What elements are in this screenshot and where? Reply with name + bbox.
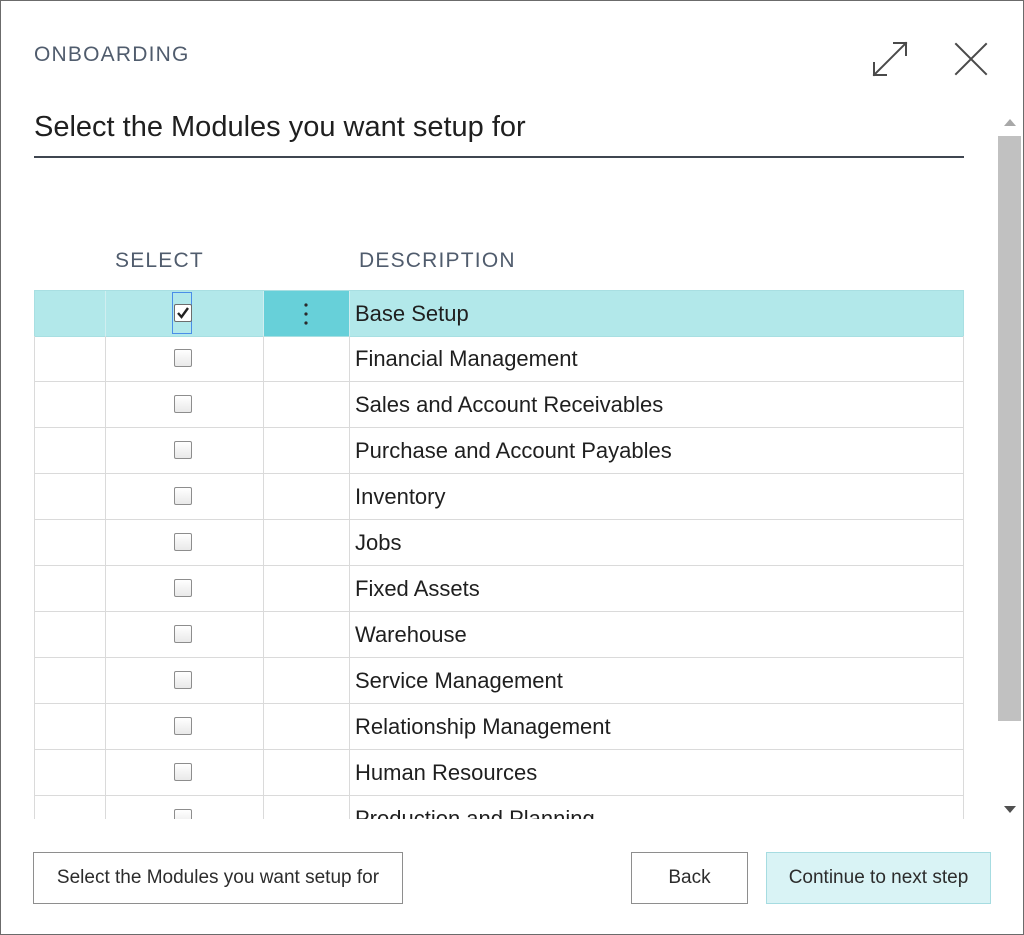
cell-divider [349,428,350,473]
cell-divider [105,658,106,703]
cell-divider [263,428,264,473]
scrollbar-thumb[interactable] [998,136,1021,721]
title-divider [34,156,964,158]
cell-divider [349,612,350,657]
cell-divider [349,796,350,819]
select-checkbox[interactable] [174,579,192,597]
row-actions-button[interactable] [264,291,349,336]
page-title: Select the Modules you want setup for [34,111,526,143]
cell-divider [263,474,264,519]
select-checkbox[interactable] [174,304,192,322]
cell-divider [349,336,350,381]
expand-button[interactable] [870,39,910,79]
table-row[interactable]: Relationship Management [34,704,964,750]
cell-divider [263,612,264,657]
table-row[interactable]: Service Management [34,658,964,704]
table-row[interactable]: Warehouse [34,612,964,658]
table-row[interactable]: Jobs [34,520,964,566]
cell-divider [105,382,106,427]
table-row[interactable]: Fixed Assets [34,566,964,612]
cell-divider [263,520,264,565]
row-description[interactable]: Base Setup [355,301,469,327]
cell-divider [105,796,106,819]
column-header-select: SELECT [115,249,204,272]
checkmark-icon [177,307,189,319]
table-row[interactable]: Financial Management [34,336,964,382]
cell-divider [105,704,106,749]
cell-divider [105,474,106,519]
table-row[interactable]: Purchase and Account Payables [34,428,964,474]
select-checkbox[interactable] [174,349,192,367]
row-description[interactable]: Financial Management [355,346,578,372]
table-row[interactable]: Human Resources [34,750,964,796]
cell-divider [105,428,106,473]
select-checkbox[interactable] [174,763,192,781]
ellipsis-vertical-icon [304,303,308,325]
select-modules-button[interactable]: Select the Modules you want setup for [33,852,403,904]
select-checkbox[interactable] [174,809,192,819]
select-checkbox[interactable] [174,671,192,689]
cell-divider [263,382,264,427]
cell-divider [349,382,350,427]
cell-divider [263,796,264,819]
cell-divider [105,750,106,795]
modules-grid: Base Setup Financial Management Sales and … [34,290,964,819]
cell-divider [349,291,350,336]
row-description[interactable]: Jobs [355,530,401,556]
cell-divider [263,704,264,749]
row-description[interactable]: Human Resources [355,760,537,786]
row-description[interactable]: Sales and Account Receivables [355,392,663,418]
dialog-caption: ONBOARDING [34,43,190,66]
cell-divider [105,520,106,565]
continue-button[interactable]: Continue to next step [766,852,991,904]
cell-divider [105,336,106,381]
select-checkbox[interactable] [174,441,192,459]
scroll-down-arrow-icon[interactable] [997,799,1023,821]
select-checkbox[interactable] [174,717,192,735]
select-checkbox[interactable] [174,395,192,413]
table-row[interactable]: Inventory [34,474,964,520]
row-description[interactable]: Purchase and Account Payables [355,438,672,464]
column-header-description: DESCRIPTION [359,249,516,272]
cell-divider [105,291,106,336]
cell-divider [105,612,106,657]
close-icon [954,42,988,76]
table-row[interactable]: Sales and Account Receivables [34,382,964,428]
table-row[interactable]: Base Setup [34,290,964,337]
cell-divider [349,750,350,795]
row-description[interactable]: Production and Planning [355,806,595,819]
select-checkbox[interactable] [174,533,192,551]
cell-divider [349,658,350,703]
cell-divider [349,704,350,749]
back-button[interactable]: Back [631,852,748,904]
row-description[interactable]: Relationship Management [355,714,611,740]
row-description[interactable]: Service Management [355,668,563,694]
cell-divider [349,566,350,611]
row-description[interactable]: Warehouse [355,622,467,648]
cell-divider [263,566,264,611]
select-checkbox[interactable] [174,487,192,505]
cell-divider [349,520,350,565]
cell-divider [263,658,264,703]
onboarding-dialog: ONBOARDING Select the Modules you want s… [0,0,1024,935]
table-row[interactable]: Production and Planning [34,796,964,819]
vertical-scrollbar[interactable] [997,111,1023,821]
cell-divider [349,474,350,519]
scroll-up-arrow-icon[interactable] [997,111,1023,133]
cell-divider [263,750,264,795]
row-description[interactable]: Fixed Assets [355,576,480,602]
select-checkbox[interactable] [174,625,192,643]
cell-divider [105,566,106,611]
row-description[interactable]: Inventory [355,484,446,510]
close-button[interactable] [951,39,991,79]
cell-divider [263,336,264,381]
expand-icon [872,41,908,77]
